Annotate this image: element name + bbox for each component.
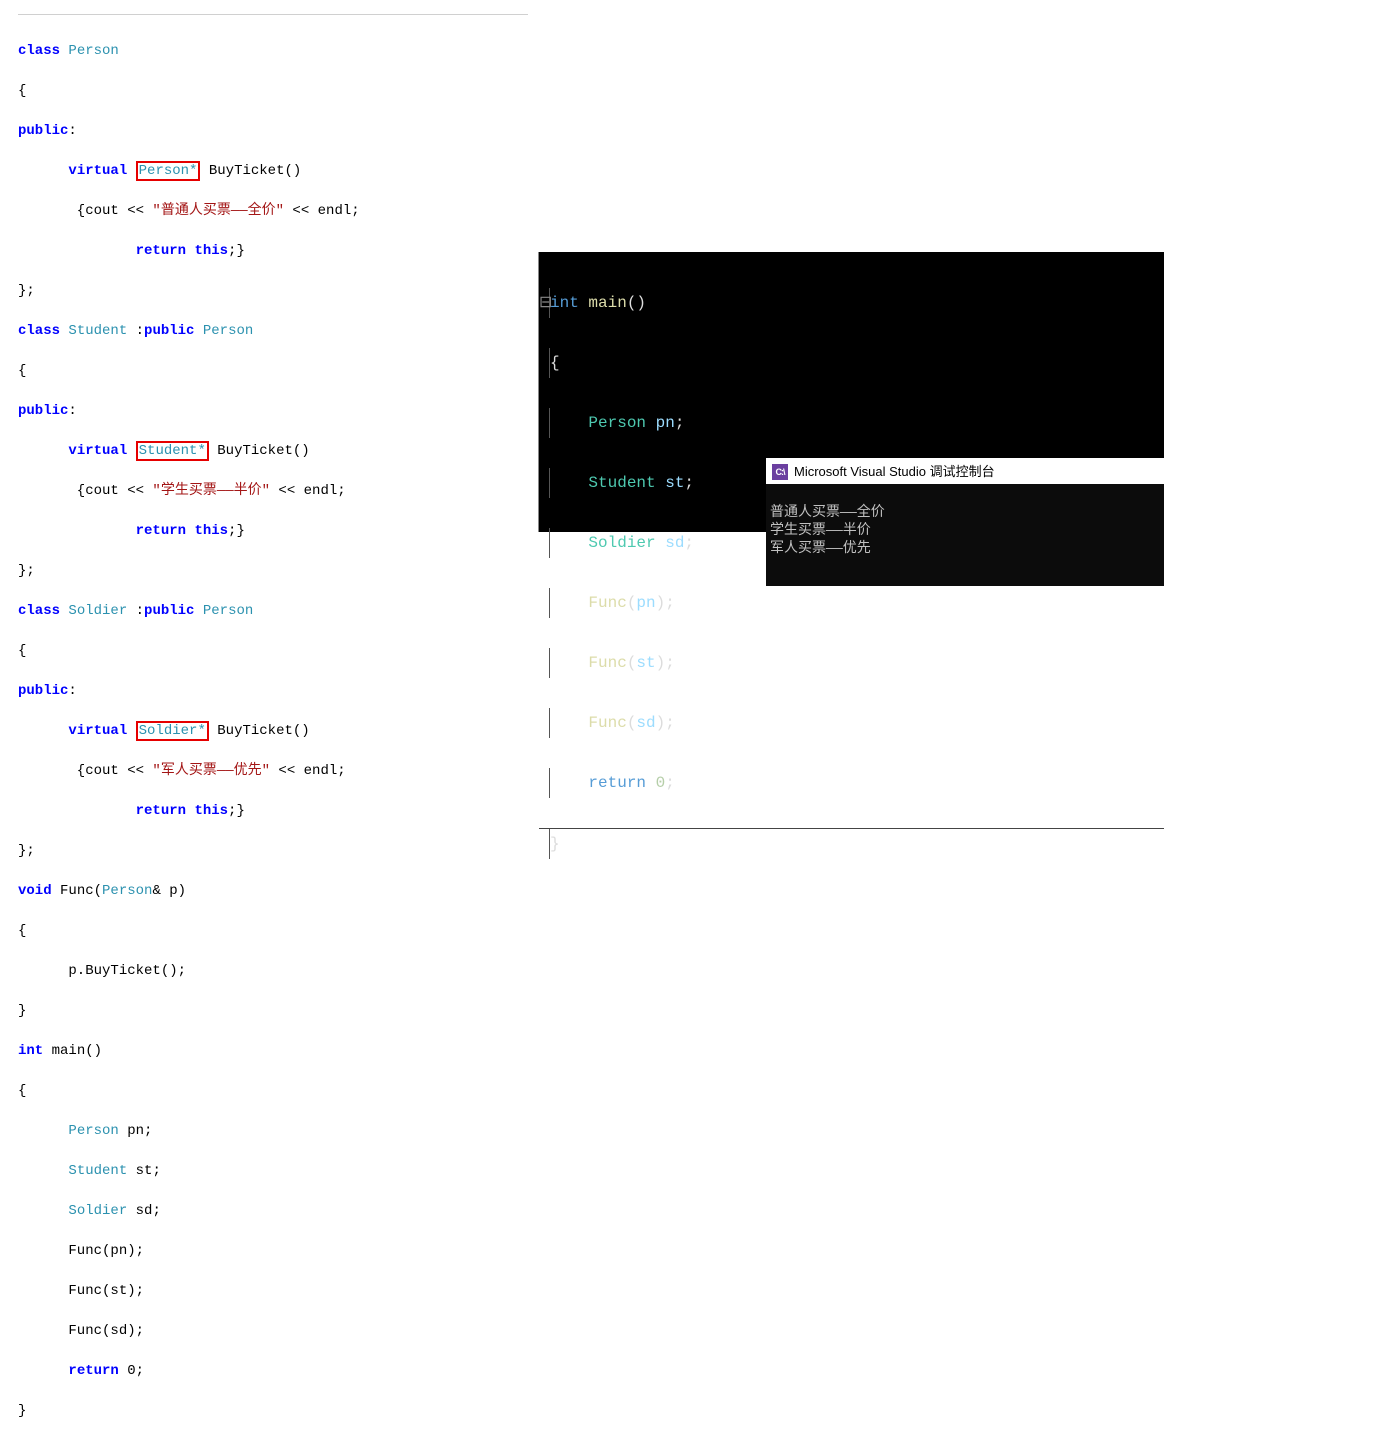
code-line: } bbox=[18, 1401, 528, 1421]
console-app-icon: C:\ bbox=[772, 464, 788, 480]
code-line: Func(sd); bbox=[18, 1321, 528, 1341]
code-line: Func(st); bbox=[539, 648, 1164, 678]
console-title-bar[interactable]: C:\ Microsoft Visual Studio 调试控制台 bbox=[766, 460, 1164, 484]
code-line: return 0; bbox=[18, 1361, 528, 1381]
type-person: Person bbox=[68, 43, 118, 59]
code-line: }; bbox=[18, 281, 528, 301]
keyword-class: class bbox=[18, 43, 60, 59]
left-code-editor[interactable]: class Person { public: virtual Person* B… bbox=[18, 14, 528, 1441]
code-line: virtual Person* BuyTicket() bbox=[18, 161, 528, 181]
code-line: return 0; bbox=[539, 768, 1164, 798]
code-line: {cout << "学生买票——半价" << endl; bbox=[18, 481, 528, 501]
code-line: { bbox=[539, 348, 1164, 378]
code-line: class Person bbox=[18, 41, 528, 61]
code-line: { bbox=[18, 1081, 528, 1101]
code-line: int main() bbox=[18, 1041, 528, 1061]
highlight-soldier-ptr: Soldier* bbox=[136, 721, 209, 741]
collapse-icon[interactable]: ⊟ bbox=[539, 288, 550, 318]
code-line: Soldier sd; bbox=[18, 1201, 528, 1221]
console-line: 军人买票——优先 bbox=[770, 541, 871, 557]
code-line: { bbox=[18, 641, 528, 661]
code-line: Person pn; bbox=[539, 408, 1164, 438]
console-line: 普通人买票——全价 bbox=[770, 505, 885, 521]
console-line: 学生买票——半价 bbox=[770, 523, 871, 539]
code-line: Func(pn); bbox=[539, 588, 1164, 618]
code-line: }; bbox=[18, 561, 528, 581]
highlight-student-ptr: Student* bbox=[136, 441, 209, 461]
code-line: return this;} bbox=[18, 521, 528, 541]
code-line: Person pn; bbox=[18, 1121, 528, 1141]
code-line: { bbox=[18, 81, 528, 101]
code-line: p.BuyTicket(); bbox=[18, 961, 528, 981]
code-line: { bbox=[18, 921, 528, 941]
code-line: virtual Student* BuyTicket() bbox=[18, 441, 528, 461]
code-line: {cout << "普通人买票——全价" << endl; bbox=[18, 201, 528, 221]
console-output: 普通人买票——全价 学生买票——半价 军人买票——优先 bbox=[766, 484, 1164, 586]
code-line: } bbox=[539, 828, 1164, 859]
code-line: return this;} bbox=[18, 801, 528, 821]
code-line: Func(pn); bbox=[18, 1241, 528, 1261]
code-line: void Func(Person& p) bbox=[18, 881, 528, 901]
code-line: public: bbox=[18, 401, 528, 421]
code-line: return this;} bbox=[18, 241, 528, 261]
code-line: class Soldier :public Person bbox=[18, 601, 528, 621]
debug-console-window[interactable]: C:\ Microsoft Visual Studio 调试控制台 普通人买票—… bbox=[766, 458, 1164, 586]
code-line: } bbox=[18, 1001, 528, 1021]
code-line: { bbox=[18, 361, 528, 381]
code-line: class Student :public Person bbox=[18, 321, 528, 341]
code-line: Func(sd); bbox=[539, 708, 1164, 738]
code-line: virtual Soldier* BuyTicket() bbox=[18, 721, 528, 741]
code-line: public: bbox=[18, 681, 528, 701]
console-title-text: Microsoft Visual Studio 调试控制台 bbox=[794, 460, 995, 484]
code-line: }; bbox=[18, 841, 528, 861]
code-line: public: bbox=[18, 121, 528, 141]
code-line: Student st; bbox=[18, 1161, 528, 1181]
code-line: ⊟int main() bbox=[539, 288, 1164, 318]
highlight-person-ptr: Person* bbox=[136, 161, 201, 181]
code-line: Func(st); bbox=[18, 1281, 528, 1301]
code-line: {cout << "军人买票——优先" << endl; bbox=[18, 761, 528, 781]
